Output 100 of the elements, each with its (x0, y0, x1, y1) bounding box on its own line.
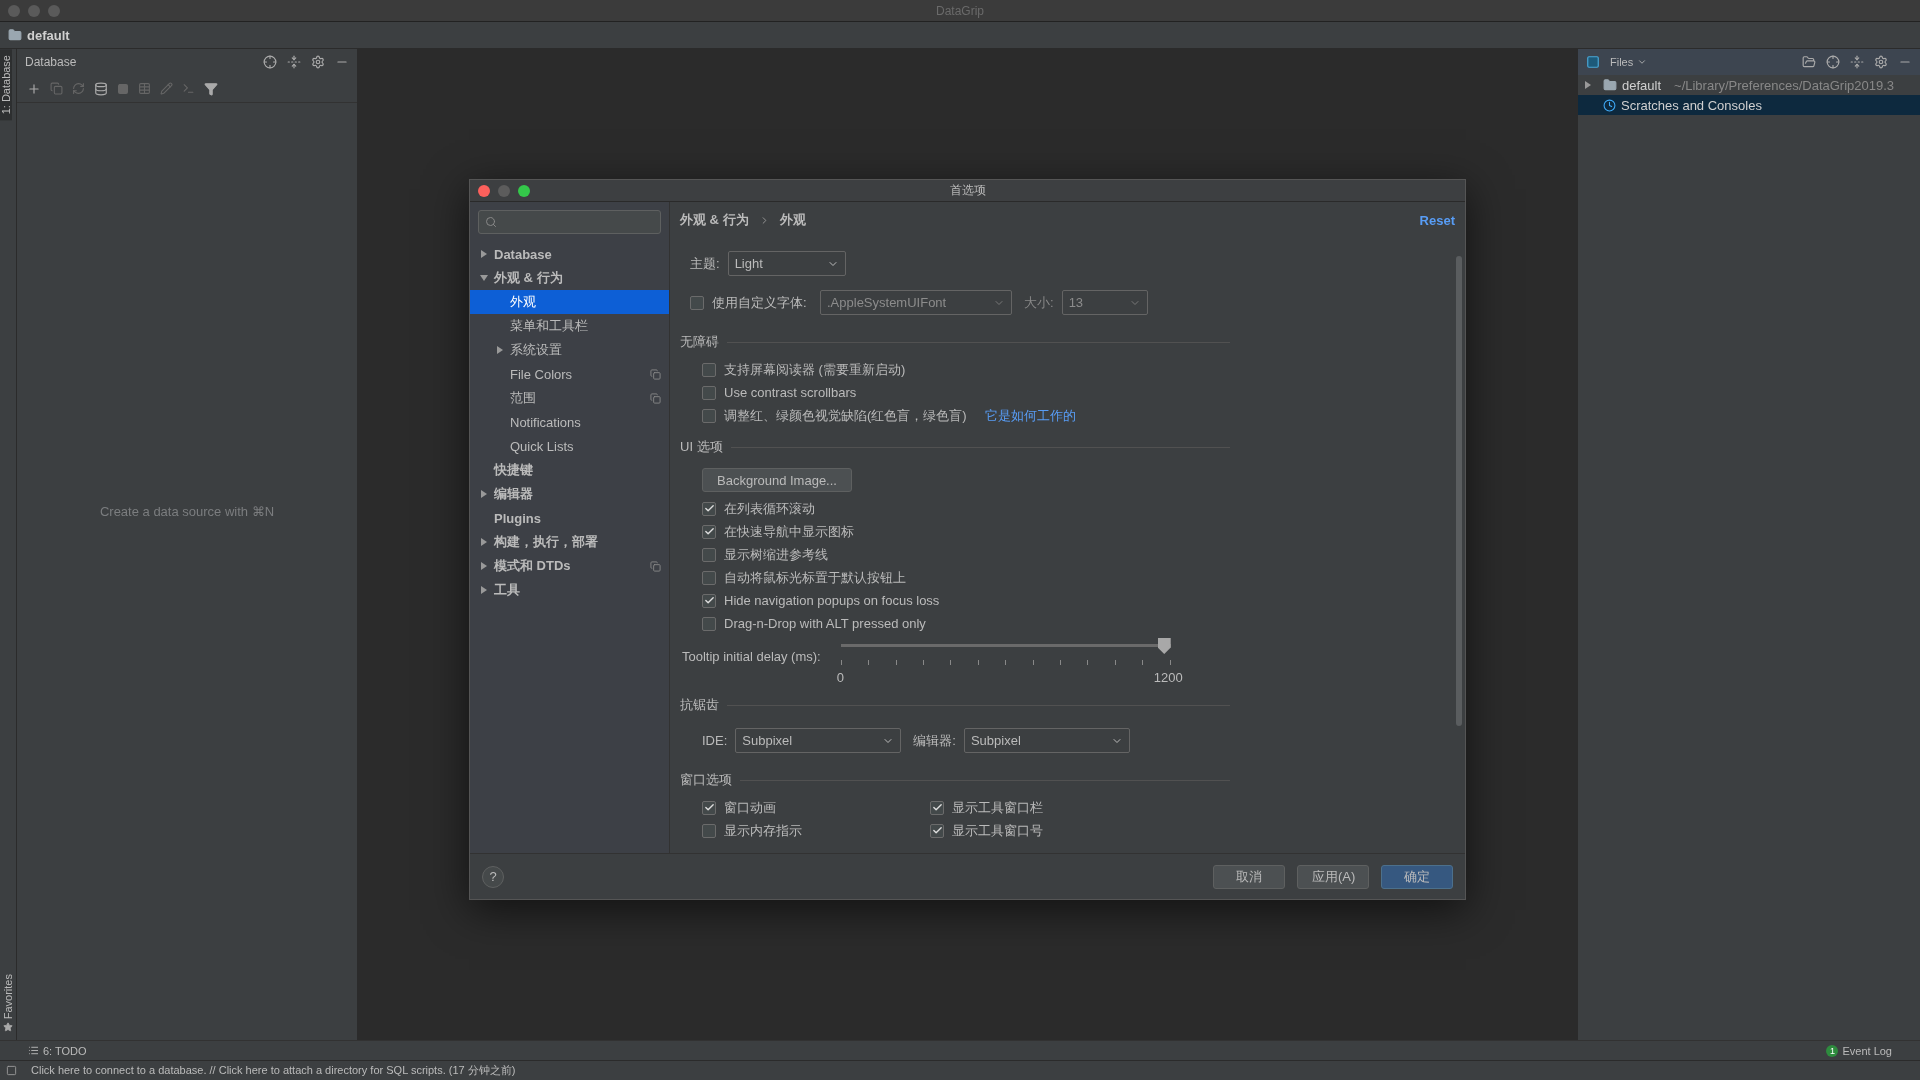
status-text[interactable]: Click here to connect to a database. // Click here to attach a directory for SQL scripts. (17 分钟之前) (31, 1063, 516, 1078)
table-icon[interactable] (138, 82, 151, 95)
antialiasing-select[interactable]: Subpixel (963, 728, 1130, 753)
panel-title: Database (25, 55, 78, 69)
stop-icon[interactable] (117, 82, 129, 95)
search-field[interactable] (478, 210, 661, 234)
slider[interactable] (840, 638, 1171, 654)
event-log-tab[interactable]: 1 Event Log (1826, 1044, 1892, 1057)
settings-tree-item[interactable]: Plugins (470, 506, 669, 530)
antialiasing-select[interactable]: Subpixel (735, 728, 902, 753)
file-tree-item[interactable]: default ~/Library/Preferences/DataGrip2019.3 (1578, 75, 1920, 95)
window-close-button[interactable] (478, 185, 490, 197)
expanded-arrow-icon[interactable] (480, 273, 488, 282)
section-title: 抗锯齿 (680, 696, 719, 714)
folder-icon[interactable] (1802, 55, 1816, 69)
settings-tree-item[interactable]: 模式和 DTDs (470, 554, 669, 578)
field-label: 编辑器: (913, 731, 956, 750)
checkbox-label: 显示内存指示 (724, 821, 802, 840)
settings-tree-item[interactable]: 系统设置 (470, 338, 669, 362)
todo-tab[interactable]: 6: TODO (28, 1044, 87, 1057)
settings-tree-item[interactable]: 工具 (470, 578, 669, 602)
filter-icon[interactable] (204, 81, 218, 96)
help-button[interactable]: ? (482, 865, 504, 888)
settings-tree-item[interactable]: File Colors (470, 362, 669, 386)
file-tree-item[interactable]: Scratches and Consoles (1578, 95, 1920, 115)
dialog-button[interactable]: 取消 (1213, 864, 1285, 889)
copy-icon[interactable] (50, 82, 63, 95)
dialog-button[interactable]: 确定 (1381, 864, 1453, 889)
checkbox-label: 调整红、绿颜色视觉缺陷(红色盲，绿色盲) (724, 406, 967, 425)
checkbox[interactable] (702, 593, 716, 608)
checkbox[interactable] (702, 524, 716, 539)
help-link[interactable]: 它是如何工作的 (984, 406, 1076, 425)
settings-tree-item[interactable]: 外观 & 行为 (470, 266, 669, 290)
background-image-button[interactable]: Background Image... (702, 468, 852, 492)
dialog-button[interactable]: 应用(A) (1297, 864, 1369, 889)
crosshair-icon[interactable] (1826, 55, 1840, 69)
settings-icon[interactable] (1874, 55, 1888, 69)
settings-tree-item[interactable]: 范围 (470, 386, 669, 410)
database-icon[interactable] (94, 81, 108, 96)
section-title: 窗口选项 (680, 771, 732, 789)
field-label: 大小: (1024, 293, 1054, 312)
collapsed-arrow-icon[interactable] (480, 585, 488, 594)
settings-tree-item[interactable]: Quick Lists (470, 434, 669, 458)
checkbox[interactable] (702, 800, 716, 815)
clock-icon (1603, 98, 1616, 112)
square-icon[interactable] (6, 1065, 17, 1076)
scrollbar[interactable] (1456, 256, 1462, 726)
slider-label: Tooltip initial delay (ms): (682, 649, 821, 664)
settings-tree-item[interactable]: 快捷键 (470, 458, 669, 482)
collapsed-arrow-icon[interactable] (480, 561, 488, 570)
section-title: 无障碍 (680, 333, 719, 351)
collapse-icon[interactable] (1850, 55, 1864, 69)
checkbox-label: 使用自定义字体: (712, 293, 808, 312)
settings-tree-item[interactable]: 编辑器 (470, 482, 669, 506)
checkbox[interactable] (702, 616, 716, 631)
star-icon (3, 1022, 13, 1032)
favorites-tab[interactable]: Favorites (2, 973, 14, 1019)
tool-window-tab[interactable]: 1: Database (0, 49, 12, 121)
theme-select[interactable]: Light (727, 251, 846, 276)
checkbox[interactable] (702, 547, 716, 562)
add-icon[interactable] (27, 81, 41, 96)
collapsed-arrow-icon[interactable] (480, 537, 488, 546)
collapse-icon[interactable] (287, 55, 301, 69)
collapsed-arrow-icon[interactable] (496, 345, 504, 354)
settings-tree-item[interactable]: 构建，执行，部署 (470, 530, 669, 554)
settings-tree-item[interactable]: 外观 (470, 290, 669, 314)
checkbox-label: 显示工具窗口号 (952, 821, 1043, 840)
project-name: default (27, 27, 70, 43)
checkbox[interactable] (702, 385, 716, 400)
font-select[interactable]: .AppleSystemUIFont (820, 290, 1012, 315)
checkbox-label: 自动将鼠标光标置于默认按钮上 (724, 568, 906, 587)
settings-icon[interactable] (311, 55, 325, 69)
checkbox[interactable] (702, 362, 716, 377)
settings-tree-item[interactable]: 菜单和工具栏 (470, 314, 669, 338)
breadcrumb: 外观 (779, 211, 806, 229)
slider-thumb[interactable] (1157, 638, 1171, 654)
section-title: UI 选项 (680, 438, 723, 456)
checkbox[interactable] (702, 823, 716, 838)
checkbox[interactable] (702, 408, 716, 423)
checkbox-label: 显示工具窗口栏 (952, 798, 1043, 817)
checkbox-label: Use contrast scrollbars (724, 385, 857, 400)
checkbox[interactable] (930, 823, 944, 838)
checkbox[interactable] (702, 501, 716, 516)
crosshair-icon[interactable] (263, 55, 277, 69)
size-field[interactable]: 13 (1061, 290, 1148, 315)
checkbox-label: 支持屏幕阅读器 (需要重新启动) (724, 360, 906, 379)
reset-link[interactable]: Reset (1419, 212, 1455, 228)
checkbox[interactable] (690, 295, 704, 310)
settings-tree-item[interactable]: Database (470, 242, 669, 266)
search-icon (485, 216, 497, 228)
collapsed-arrow-icon[interactable] (480, 249, 488, 258)
settings-tree-item[interactable]: Notifications (470, 410, 669, 434)
folder-icon (1603, 78, 1617, 92)
window-zoom-button[interactable] (518, 185, 530, 197)
count-badge: 1 (1826, 1044, 1839, 1057)
collapsed-arrow-icon[interactable] (480, 489, 488, 498)
collapsed-arrow-icon[interactable] (1584, 80, 1592, 89)
checkbox[interactable] (702, 570, 716, 585)
checkbox[interactable] (930, 800, 944, 815)
square-icon (1586, 55, 1600, 69)
